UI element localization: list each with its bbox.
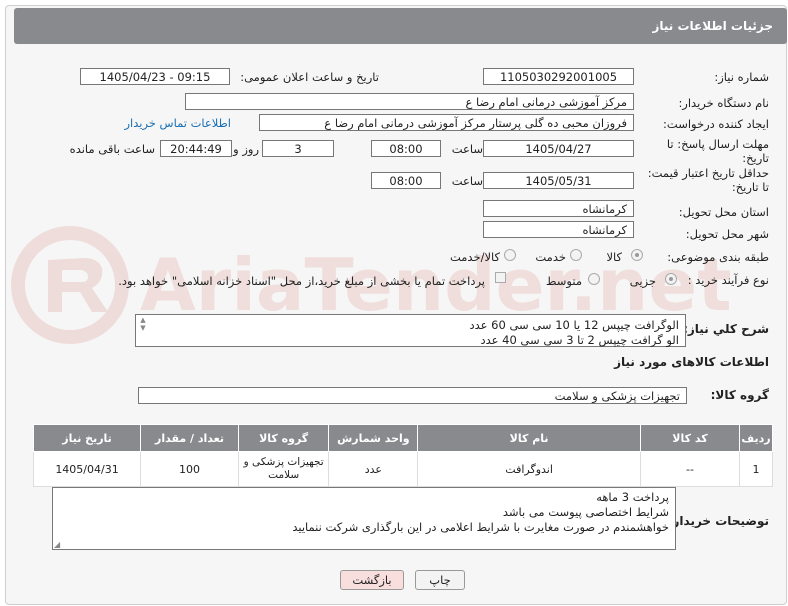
need-number-field: 1105030292001005 <box>483 68 634 85</box>
purchase-medium-radio[interactable] <box>588 273 600 285</box>
price-validity-date-field: 1405/05/31 <box>483 172 634 189</box>
buyer-org-field: مرکز آموزشی درمانی امام رضا ع <box>185 93 634 110</box>
remaining-time-field: 20:44:49 <box>160 140 232 157</box>
price-validity-label-2: تا تاریخ: <box>731 180 769 194</box>
buyer-notes-textarea[interactable]: پرداخت 3 ماهه شرایط اختصاصی پیوست می باش… <box>52 487 676 550</box>
category-goods-service-radio[interactable] <box>504 249 516 261</box>
reply-deadline-label-1: مهلت ارسال پاسخ: تا <box>666 137 769 151</box>
items-table: ردیف کد کالا نام کالا واحد شمارش گروه کا… <box>32 424 773 487</box>
requester-label: ایجاد کننده درخواست: <box>663 117 769 131</box>
purchase-medium-label: متوسط <box>545 274 582 288</box>
buyer-org-label: نام دستگاه خریدار: <box>678 96 769 110</box>
announce-datetime-label: تاریخ و ساعت اعلان عمومی: <box>240 70 379 84</box>
delivery-province-label: استان محل تحویل: <box>678 205 769 219</box>
general-desc-textarea[interactable]: الوگرافت چیپس 12 یا 10 سی سی 60 عدد الو … <box>135 314 686 347</box>
delivery-city-label: شهر محل تحویل: <box>685 227 769 241</box>
purchase-minor-radio[interactable] <box>665 273 677 285</box>
goods-group-label: گروه کالا: <box>710 388 769 402</box>
general-desc-line-2: الو گرافت چیپس 2 تا 3 سی سی 40 عدد <box>480 333 679 347</box>
remaining-days-field: 3 <box>262 140 334 157</box>
need-number-label: شماره نیاز: <box>714 70 769 84</box>
back-button[interactable]: بازگشت <box>340 570 404 590</box>
table-row: 1 -- اندوگرافت عدد تجهیزات پزشکی و سلامت… <box>32 451 773 487</box>
cell-name: اندوگرافت <box>417 451 641 487</box>
goods-group-field: تجهیزات پزشکی و سلامت <box>138 387 687 404</box>
general-desc-label: شرح كلي نياز: <box>683 322 769 336</box>
delivery-city-field: کرمانشاه <box>483 221 634 238</box>
col-unit-header: واحد شمارش <box>328 424 419 452</box>
cell-unit: عدد <box>328 451 419 487</box>
page-title: جزئیات اطلاعات نیاز <box>652 19 773 33</box>
col-row-header: ردیف <box>739 424 773 452</box>
category-goods-radio[interactable] <box>631 249 643 261</box>
price-validity-time-label: ساعت <box>451 174 483 188</box>
reply-date-field: 1405/04/27 <box>483 140 634 157</box>
reply-deadline-label-2: تاریخ: <box>742 151 769 165</box>
col-group-header: گروه کالا <box>237 424 330 452</box>
price-validity-label-1: حداقل تاریخ اعتبار قیمت: <box>647 166 769 180</box>
col-code-header: کد کالا <box>639 424 741 452</box>
buyer-notes-line-1: پرداخت 3 ماهه <box>596 490 669 504</box>
cell-row: 1 <box>739 451 773 487</box>
page-header: جزئیات اطلاعات نیاز <box>14 8 787 44</box>
col-date-header: تاریخ نیاز <box>32 424 142 452</box>
category-goods-service-label: کالا/خدمت <box>449 250 500 264</box>
buyer-notes-line-3: خواهشمندم در صورت مغایرت با شرایط اعلامی… <box>292 520 669 534</box>
category-label: طبقه بندی موضوعی: <box>667 250 769 264</box>
resize-grip-icon[interactable]: ◢ <box>54 540 60 549</box>
col-name-header: نام کالا <box>417 424 641 452</box>
print-button[interactable]: چاپ <box>415 570 465 590</box>
cell-group: تجهیزات پزشکی و سلامت <box>237 451 330 487</box>
remaining-label: ساعت باقی مانده <box>69 142 155 156</box>
cell-code: -- <box>639 451 741 487</box>
goods-info-title: اطلاعات کالاهای مورد نیاز <box>614 355 769 369</box>
items-table-header: ردیف کد کالا نام کالا واحد شمارش گروه کا… <box>32 424 773 452</box>
cell-qty: 100 <box>140 451 239 487</box>
general-desc-scroll-arrows[interactable]: ▲ ▼ <box>138 316 148 345</box>
buyer-notes-label: توضیحات خریدار: <box>667 514 769 528</box>
general-desc-line-1: الوگرافت چیپس 12 یا 10 سی سی 60 عدد <box>469 318 679 332</box>
purchase-minor-label: جزیی <box>629 274 656 288</box>
buyer-contact-link[interactable]: اطلاعات تماس خریدار <box>124 116 231 130</box>
treasury-payment-checkbox[interactable] <box>495 272 506 283</box>
cell-date: 1405/04/31 <box>32 451 142 487</box>
announce-datetime-field: 1405/04/23 - 09:15 <box>80 68 230 85</box>
col-qty-header: تعداد / مقدار <box>140 424 239 452</box>
category-service-radio[interactable] <box>570 249 582 261</box>
purchase-type-label: نوع فرآیند خرید : <box>687 273 769 287</box>
category-service-label: خدمت <box>535 250 566 264</box>
price-validity-time-field: 08:00 <box>371 172 441 189</box>
delivery-province-field: کرمانشاه <box>483 200 634 217</box>
treasury-payment-note: پرداخت تمام یا بخشی از مبلغ خرید،از محل … <box>118 274 485 288</box>
reply-time-field: 08:00 <box>371 140 441 157</box>
requester-field: فروزان محبی ده گلی پرستار مرکز آموزشی در… <box>259 114 634 131</box>
category-goods-label: کالا <box>606 250 622 264</box>
buyer-notes-line-2: شرایط اختصاصی پیوست می باشد <box>502 505 669 519</box>
days-label: روز و <box>233 142 259 156</box>
reply-time-label: ساعت <box>451 142 483 156</box>
